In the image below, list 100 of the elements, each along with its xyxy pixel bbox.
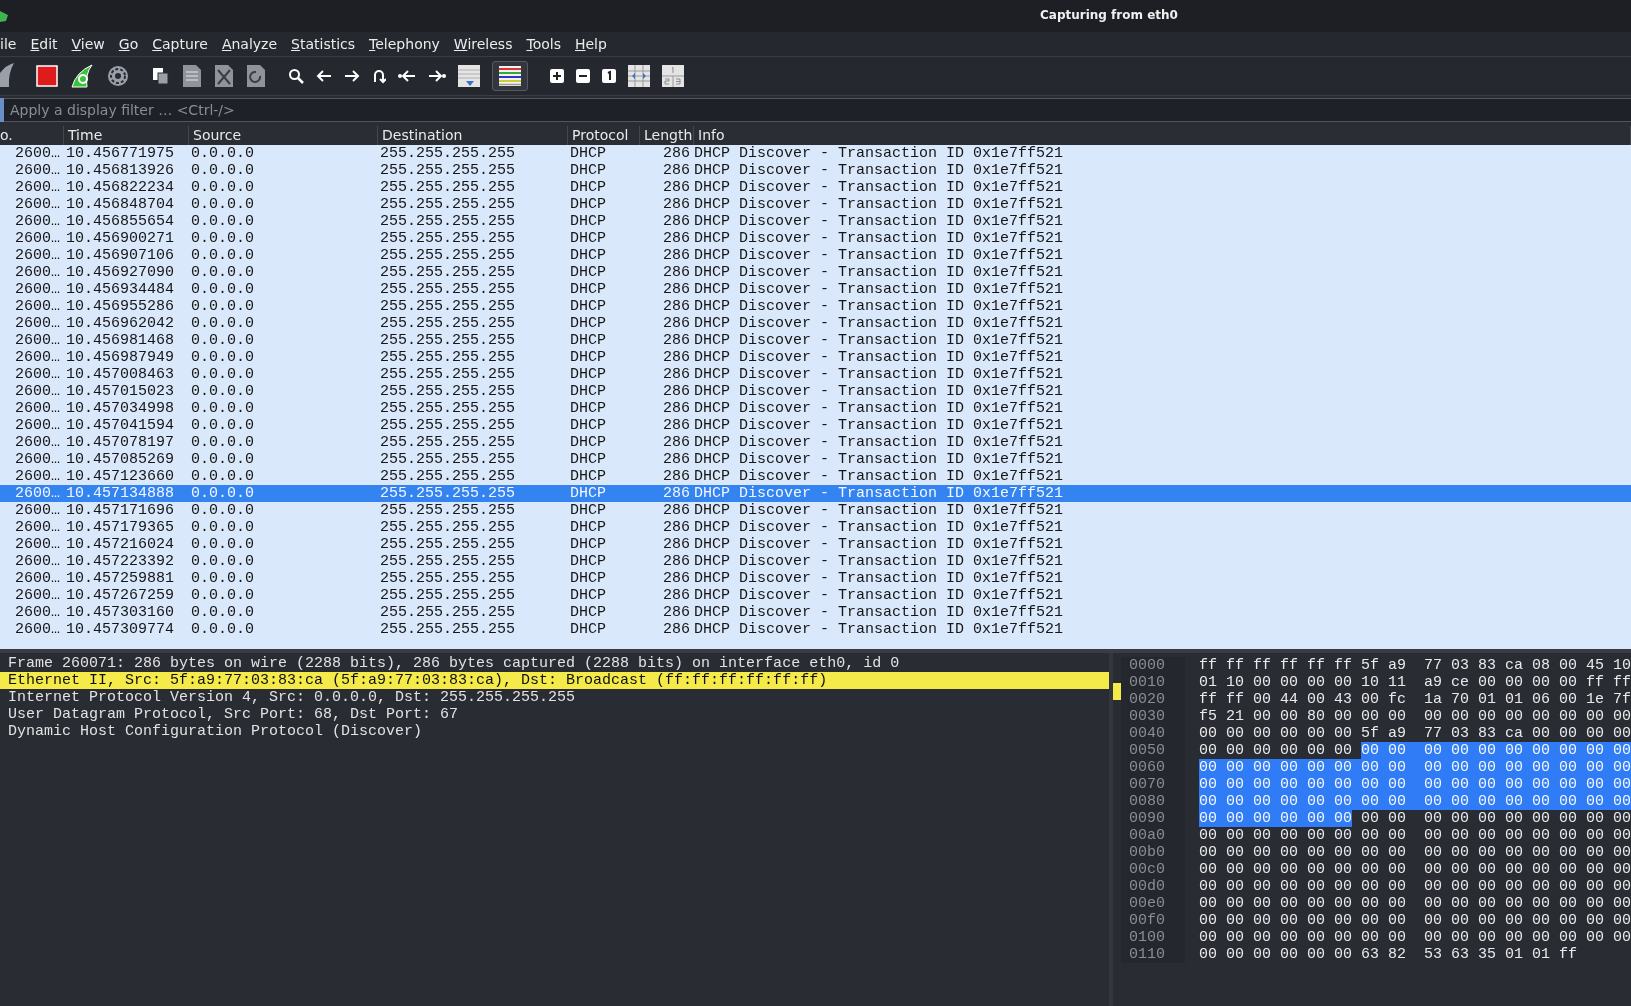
packet-row[interactable]: 2600… 10.456771975 0.0.0.0 255.255.255.255 DHCP 286 DHCP Discover - Transaction ID 0x1e7ff521 [0, 145, 1631, 162]
packet-row[interactable]: 2600… 10.457267259 0.0.0.0 255.255.255.255 DHCP 286 DHCP Discover - Transaction ID 0x1e7ff521 [0, 587, 1631, 604]
packet-row[interactable]: 2600… 10.456927090 0.0.0.0 255.255.255.255 DHCP 286 DHCP Discover - Transaction ID 0x1e7ff521 [0, 264, 1631, 281]
packet-row[interactable]: 2600… 10.456987949 0.0.0.0 255.255.255.255 DHCP 286 DHCP Discover - Transaction ID 0x1e7ff521 [0, 349, 1631, 366]
last-packet-icon[interactable] [428, 69, 446, 83]
autoscroll-icon[interactable] [458, 65, 480, 87]
hex-bytes[interactable]: 00 00 00 00 00 00 00 00 00 00 [1360, 810, 1631, 827]
hex-bytes[interactable]: 00 00 00 00 00 00 00 00 00 00 00 00 00 00 00 00 [1198, 759, 1631, 776]
hex-bytes[interactable]: ff ff 00 44 00 43 00 fc 1a 70 01 01 06 00 1e 7f [1198, 691, 1631, 708]
menu-item[interactable]: Analyze [221, 36, 278, 52]
back-arrow-icon[interactable] [316, 69, 332, 83]
packet-row[interactable]: 2600… 10.457041594 0.0.0.0 255.255.255.255 DHCP 286 DHCP Discover - Transaction ID 0x1e7ff521 [0, 417, 1631, 434]
hex-bytes[interactable]: 00 00 00 00 00 00 00 00 00 00 00 00 00 00 00 00 [1198, 827, 1631, 844]
detail-line[interactable]: Dynamic Host Configuration Protocol (Discover) [0, 723, 1109, 740]
reload-file-icon[interactable] [246, 64, 266, 88]
menu-item[interactable]: Help [574, 36, 607, 52]
first-packet-icon[interactable] [398, 69, 416, 83]
menu-item[interactable]: Telephony [369, 36, 440, 52]
packet-row[interactable]: 2600… 10.457216024 0.0.0.0 255.255.255.255 DHCP 286 DHCP Discover - Transaction ID 0x1e7ff521 [0, 536, 1631, 553]
packet-row[interactable]: 2600… 10.457123660 0.0.0.0 255.255.255.255 DHCP 286 DHCP Discover - Transaction ID 0x1e7ff521 [0, 468, 1631, 485]
shark-fin-icon[interactable] [0, 63, 14, 89]
hex-bytes[interactable]: 00 00 00 00 00 00 00 00 00 00 00 00 00 00 00 00 [1198, 929, 1631, 946]
packet-row[interactable]: 2600… 10.456962042 0.0.0.0 255.255.255.255 DHCP 286 DHCP Discover - Transaction ID 0x1e7ff521 [0, 315, 1631, 332]
hex-bytes[interactable]: 00 00 00 00 00 00 00 00 00 00 00 00 00 00 00 00 [1198, 912, 1631, 929]
hex-bytes[interactable]: 00 00 00 00 00 00 00 00 00 00 00 00 00 00 00 00 [1198, 878, 1631, 895]
packet-row[interactable]: 2600… 10.457303160 0.0.0.0 255.255.255.255 DHCP 286 DHCP Discover - Transaction ID 0x1e7ff521 [0, 604, 1631, 621]
column-header[interactable]: Time [64, 126, 189, 145]
column-header[interactable]: Source [189, 126, 378, 145]
packet-row[interactable]: 2600… 10.457078197 0.0.0.0 255.255.255.255 DHCP 286 DHCP Discover - Transaction ID 0x1e7ff521 [0, 434, 1631, 451]
packet-row[interactable]: 2600… 10.456955286 0.0.0.0 255.255.255.255 DHCP 286 DHCP Discover - Transaction ID 0x1e7ff521 [0, 298, 1631, 315]
packet-row[interactable]: 2600… 10.456907106 0.0.0.0 255.255.255.255 DHCP 286 DHCP Discover - Transaction ID 0x1e7ff521 [0, 247, 1631, 264]
packet-row[interactable]: 2600… 10.457179365 0.0.0.0 255.255.255.255 DHCP 286 DHCP Discover - Transaction ID 0x1e7ff521 [0, 519, 1631, 536]
copy-icon[interactable] [152, 67, 170, 85]
hex-bytes[interactable]: 00 00 00 00 00 00 00 00 00 00 00 00 00 00 00 00 [1198, 776, 1631, 793]
hex-bytes[interactable]: 00 00 00 00 00 00 00 00 00 00 [1360, 742, 1631, 759]
colorize-button[interactable] [492, 61, 528, 91]
menu-item[interactable]: Wireless [453, 36, 513, 52]
close-file-icon[interactable] [214, 64, 234, 88]
table-cell-text: DHCP [569, 468, 607, 485]
table-cell-text: 0.0.0.0 [190, 196, 255, 213]
packet-row[interactable]: 2600… 10.457085269 0.0.0.0 255.255.255.255 DHCP 286 DHCP Discover - Transaction ID 0x1e7ff521 [0, 451, 1631, 468]
stop-icon[interactable] [36, 65, 58, 87]
menu-item[interactable]: Edit [30, 36, 58, 52]
packet-row[interactable]: 2600… 10.457259881 0.0.0.0 255.255.255.255 DHCP 286 DHCP Discover - Transaction ID 0x1e7ff521 [0, 570, 1631, 587]
menu-item[interactable]: Go [118, 36, 139, 52]
packet-row[interactable]: 2600… 10.456848704 0.0.0.0 255.255.255.255 DHCP 286 DHCP Discover - Transaction ID 0x1e7ff521 [0, 196, 1631, 213]
zoom-out-icon[interactable] [576, 69, 590, 83]
filter-field[interactable]: Apply a display filter … <Ctrl-/> [4, 98, 1631, 122]
table-cell-text: 286 [662, 519, 691, 536]
packet-row[interactable]: 2600… 10.456822234 0.0.0.0 255.255.255.255 DHCP 286 DHCP Discover - Transaction ID 0x1e7ff521 [0, 179, 1631, 196]
table-cell-text: DHCP Discover - Transaction ID 0x1e7ff521 [694, 298, 1065, 315]
hex-bytes[interactable]: 00 00 00 00 00 00 5f a9 77 03 83 ca 00 00 00 00 [1198, 725, 1631, 742]
packet-row[interactable]: 2600… 10.456934484 0.0.0.0 255.255.255.255 DHCP 286 DHCP Discover - Transaction ID 0x1e7ff521 [0, 281, 1631, 298]
hex-bytes[interactable]: f5 21 00 00 80 00 00 00 00 00 00 00 00 00 00 00 [1198, 708, 1631, 725]
column-header[interactable]: o. [0, 126, 64, 145]
hex-bytes[interactable]: 00 00 00 00 00 00 [1198, 810, 1352, 827]
packet-row[interactable]: 2600… 10.457008463 0.0.0.0 255.255.255.255 DHCP 286 DHCP Discover - Transaction ID 0x1e7ff521 [0, 366, 1631, 383]
packet-row[interactable]: 2600… 10.456900271 0.0.0.0 255.255.255.255 DHCP 286 DHCP Discover - Transaction ID 0x1e7ff521 [0, 230, 1631, 247]
column-header[interactable]: Length [640, 126, 694, 145]
menu-item[interactable]: ile [0, 36, 17, 52]
packet-row[interactable]: 2600… 10.457015023 0.0.0.0 255.255.255.255 DHCP 286 DHCP Discover - Transaction ID 0x1e7ff521 [0, 383, 1631, 400]
packet-row[interactable]: 2600… 10.457171696 0.0.0.0 255.255.255.255 DHCP 286 DHCP Discover - Transaction ID 0x1e7ff521 [0, 502, 1631, 519]
hex-bytes[interactable]: 00 00 00 00 00 00 00 00 00 00 00 00 00 00 00 00 [1198, 895, 1631, 912]
zoom-in-icon[interactable] [550, 69, 564, 83]
restart-icon[interactable] [70, 64, 94, 88]
column-header[interactable]: Destination [378, 126, 568, 145]
hex-bytes[interactable]: 00 00 00 00 00 00 63 82 53 63 35 01 01 ff [1198, 946, 1577, 963]
resize-columns-icon[interactable] [628, 65, 650, 87]
column-header[interactable]: Protocol [568, 126, 640, 145]
packet-row[interactable]: 2600… 10.456813926 0.0.0.0 255.255.255.255 DHCP 286 DHCP Discover - Transaction ID 0x1e7ff521 [0, 162, 1631, 179]
packet-row[interactable]: 2600… 10.456981468 0.0.0.0 255.255.255.255 DHCP 286 DHCP Discover - Transaction ID 0x1e7ff521 [0, 332, 1631, 349]
gear-icon[interactable] [106, 64, 130, 88]
menu-item[interactable]: View [71, 36, 105, 52]
hex-bytes[interactable]: 00 00 00 00 00 00 00 00 00 00 00 00 00 00 00 00 [1198, 793, 1631, 810]
hex-bytes[interactable]: 00 00 00 00 00 00 00 00 00 00 00 00 00 00 00 00 [1198, 844, 1631, 861]
menu-item[interactable]: Tools [526, 36, 561, 52]
hex-bytes[interactable]: 01 10 00 00 00 00 10 11 a9 ce 00 00 00 00 ff ff [1198, 674, 1631, 691]
table-cell-text: 286 [662, 349, 691, 366]
packet-row[interactable]: 2600… 10.457134888 0.0.0.0 255.255.255.255 DHCP 286 DHCP Discover - Transaction ID 0x1e7ff521 [0, 485, 1631, 502]
forward-arrow-icon[interactable] [344, 69, 360, 83]
detail-line[interactable]: User Datagram Protocol, Src Port: 68, Dst Port: 67 [0, 706, 1109, 723]
packet-row[interactable]: 2600… 10.457309774 0.0.0.0 255.255.255.255 DHCP 286 DHCP Discover - Transaction ID 0x1e7ff521 [0, 621, 1631, 638]
detail-line[interactable]: Frame 260071: 286 bytes on wire (2288 bits), 286 bytes captured (2288 bits) on interface eth0, id 0 [0, 655, 1109, 672]
table-cell-text: 0.0.0.0 [190, 179, 255, 196]
detail-line[interactable]: Internet Protocol Version 4, Src: 0.0.0.0, Dst: 255.255.255.255 [0, 689, 1109, 706]
menu-item[interactable]: Statistics [291, 36, 356, 52]
hex-bytes[interactable]: 00 00 00 00 00 00 [1198, 742, 1352, 759]
packet-row[interactable]: 2600… 10.457223392 0.0.0.0 255.255.255.255 DHCP 286 DHCP Discover - Transaction ID 0x1e7ff521 [0, 553, 1631, 570]
table-cell-text: DHCP [569, 621, 607, 638]
packet-row[interactable]: 2600… 10.456855654 0.0.0.0 255.255.255.255 DHCP 286 DHCP Discover - Transaction ID 0x1e7ff521 [0, 213, 1631, 230]
packet-row[interactable]: 2600… 10.457034998 0.0.0.0 255.255.255.255 DHCP 286 DHCP Discover - Transaction ID 0x1e7ff521 [0, 400, 1631, 417]
menu-item[interactable]: Capture [152, 36, 208, 52]
normal-size-icon[interactable] [602, 69, 616, 83]
search-icon[interactable] [288, 68, 304, 84]
binary-file-icon[interactable] [182, 64, 202, 88]
jump-arrow-icon[interactable] [372, 68, 386, 84]
table-cell-text: DHCP Discover - Transaction ID 0x1e7ff521 [694, 213, 1065, 230]
hex-bytes[interactable]: 00 00 00 00 00 00 00 00 00 00 00 00 00 00 00 00 [1198, 861, 1631, 878]
column-header[interactable]: Info [694, 126, 1631, 145]
hex-bytes[interactable]: ff ff ff ff ff ff 5f a9 77 03 83 ca 08 00 45 10 [1198, 657, 1631, 674]
